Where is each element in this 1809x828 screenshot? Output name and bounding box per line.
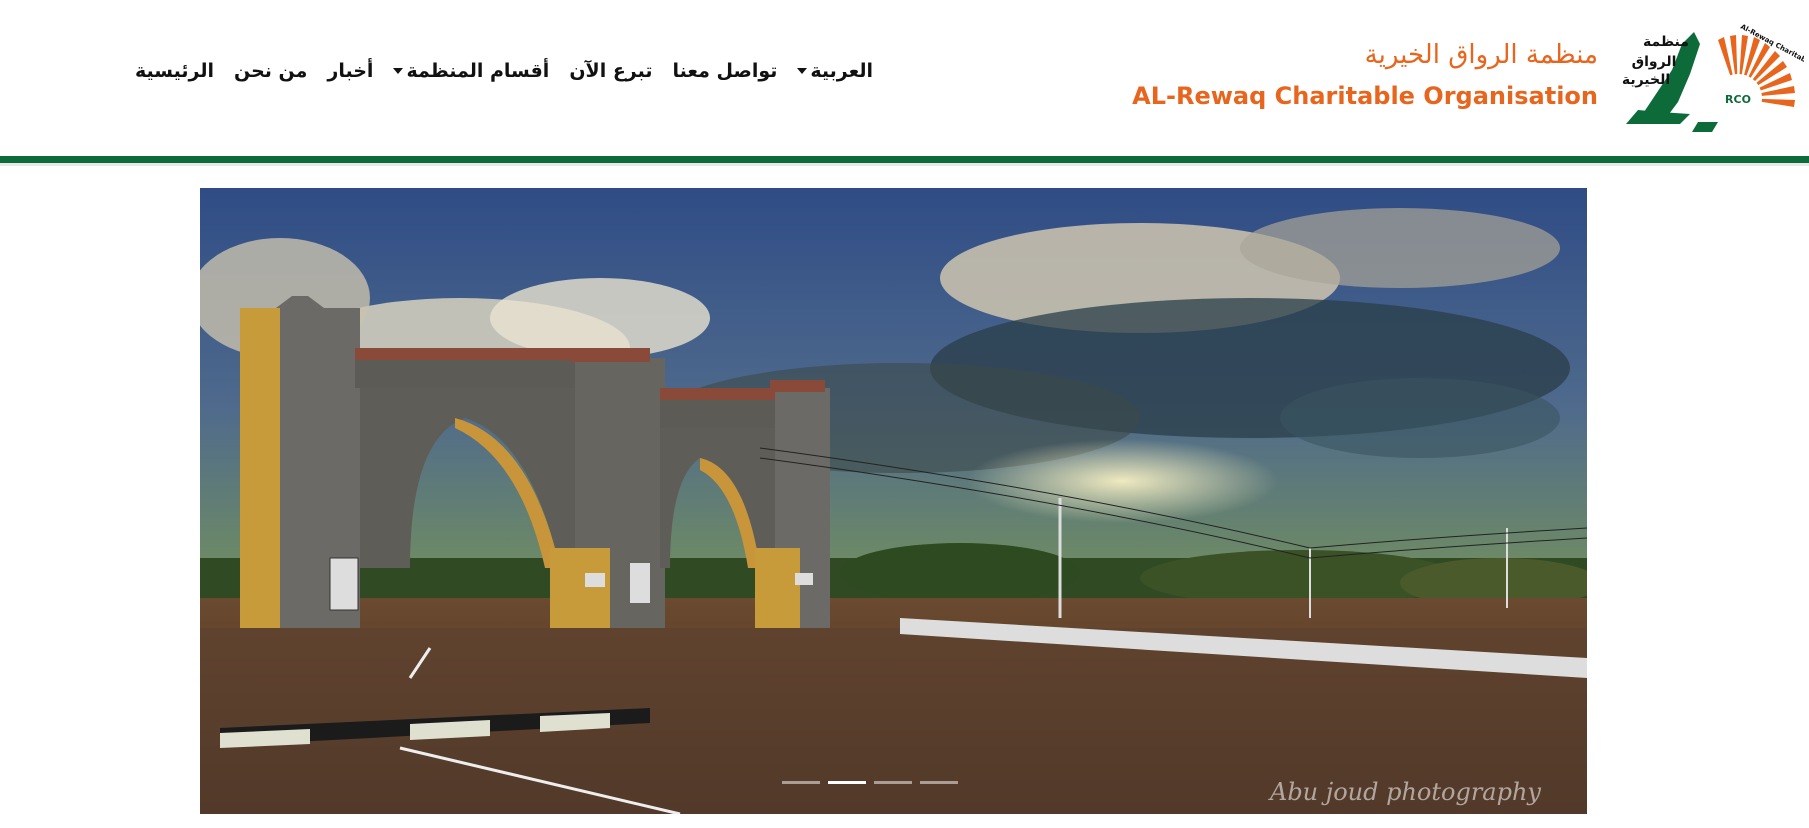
nav-item-donate[interactable]: تبرع الآن xyxy=(559,60,662,82)
caret-down-icon xyxy=(393,68,404,74)
nav-item-label: تبرع الآن xyxy=(569,60,653,82)
org-name-english: AL-Rewaq Charitable Organisation xyxy=(1132,82,1598,110)
carousel-indicator-2-active[interactable] xyxy=(828,781,866,784)
photo-watermark: Abu joud photography xyxy=(1269,778,1541,806)
nav-item-contact[interactable]: تواصل معنا xyxy=(663,60,788,82)
logo-text-line1: منظمة xyxy=(1643,34,1689,50)
logo-text-line2: الرواق xyxy=(1632,54,1677,70)
caret-down-icon xyxy=(797,68,808,74)
nav-item-label: أقسام المنظمة xyxy=(406,60,550,82)
nav-item-about[interactable]: من نحن xyxy=(224,60,317,82)
nav-item-departments-dropdown[interactable]: أقسام المنظمة xyxy=(383,60,559,82)
nav-item-label: أخبار xyxy=(327,60,374,82)
logo-badge: RCO xyxy=(1725,93,1751,106)
carousel-indicator-4[interactable] xyxy=(920,781,958,784)
nav-item-home[interactable]: الرئيسية xyxy=(125,60,224,82)
site-header: RCO منظمة الرواق الخيرية Al-Rewaq Charit… xyxy=(0,0,1809,156)
carousel-indicator-3[interactable] xyxy=(874,781,912,784)
header-divider xyxy=(0,156,1809,163)
carousel-indicators xyxy=(782,781,958,784)
language-dropdown[interactable]: العربية xyxy=(787,60,883,82)
nav-item-label: العربية xyxy=(810,60,873,82)
nav-item-label: الرئيسية xyxy=(135,60,214,82)
nav-item-label: تواصل معنا xyxy=(672,60,778,82)
nav-item-news[interactable]: أخبار xyxy=(317,60,383,82)
org-name-arabic: منظمة الرواق الخيرية xyxy=(1364,40,1598,70)
rco-logo[interactable]: RCO منظمة الرواق الخيرية Al-Rewaq Charit… xyxy=(1620,14,1804,134)
nav-item-label: من نحن xyxy=(234,60,308,82)
carousel-indicator-1[interactable] xyxy=(782,781,820,784)
hero-carousel[interactable]: Abu joud photography xyxy=(200,188,1587,814)
hero-slide-image xyxy=(200,188,1587,814)
header-divider-shadow xyxy=(0,163,1809,166)
logo-text-line3: الخيرية xyxy=(1622,72,1670,88)
main-navigation: الرئيسية من نحن أخبار أقسام المنظمة تبرع… xyxy=(125,60,883,82)
